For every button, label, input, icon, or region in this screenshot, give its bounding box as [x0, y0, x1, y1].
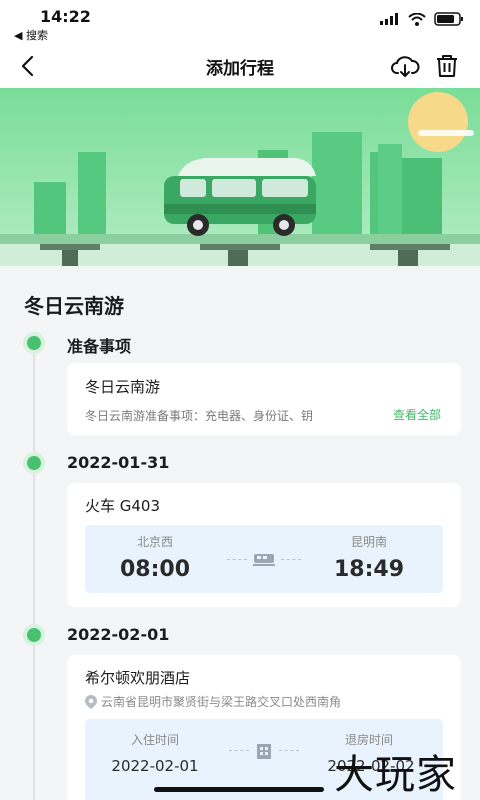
depart-time: 08:00: [119, 557, 191, 582]
trash-icon[interactable]: [434, 52, 460, 80]
trip-banner: [0, 88, 480, 266]
status-icons: [380, 12, 464, 26]
status-bar: 14:22 ◀ 搜索: [0, 0, 480, 44]
nav-bar: 添加行程: [0, 44, 480, 88]
timeline-dot: [23, 452, 45, 474]
prep-card-title: 冬日云南游: [85, 378, 161, 396]
home-indicator: [154, 787, 324, 792]
trip-title: 冬日云南游: [24, 294, 124, 318]
location-pin-icon: [85, 694, 97, 709]
checkin-label: 入住时间: [130, 733, 179, 747]
cloud-download-icon[interactable]: [390, 52, 420, 80]
prep-card-desc: 冬日云南游准备事项：充电器、身份证、钥: [85, 409, 314, 423]
hotel-building-icon: [257, 744, 271, 759]
dash-right: [279, 750, 299, 751]
train-icon: [253, 554, 275, 566]
battery-icon: [434, 12, 463, 26]
dash-left: [227, 559, 247, 560]
hotel-address-row: 云南省昆明市聚贤街与梁王路交叉口处西南角: [85, 693, 341, 710]
section-date-1: 2022-01-31: [67, 453, 170, 472]
watermark-logo: 大玩家: [334, 752, 457, 798]
dash-right: [281, 559, 301, 560]
status-time: 14:22: [40, 7, 91, 26]
section-date-2: 2022-02-01: [67, 625, 170, 644]
checkin-date: 2022-02-01: [111, 757, 199, 775]
view-all-link[interactable]: 查看全部: [393, 406, 441, 423]
timeline-dot: [23, 332, 45, 354]
hotel-name: 希尔顿欢朋酒店: [85, 669, 191, 687]
train-title: 火车 G403: [85, 497, 161, 515]
hotel-address: 云南省昆明市聚贤街与梁王路交叉口处西南角: [101, 695, 342, 709]
bus-illustration: [0, 92, 480, 266]
sun-icon: [408, 92, 468, 152]
train-info-box: 北京西 08:00 昆明南 18:49: [85, 525, 443, 593]
wifi-icon: [408, 12, 426, 26]
timeline-dot: [23, 624, 45, 646]
to-station: 昆明南: [350, 535, 387, 549]
arrive-time: 18:49: [333, 557, 405, 582]
signal-icon: [380, 13, 398, 25]
prep-card[interactable]: 冬日云南游 冬日云南游准备事项：充电器、身份证、钥 查看全部: [67, 363, 461, 435]
from-station: 北京西: [136, 535, 173, 549]
dash-left: [229, 750, 249, 751]
timeline-line: [33, 343, 35, 800]
back-to-app-link[interactable]: ◀ 搜索: [14, 27, 48, 43]
train-card[interactable]: 火车 G403 北京西 08:00 昆明南 18:49: [67, 483, 461, 607]
section-label-prep: 准备事项: [67, 337, 132, 356]
desc-fade: [347, 401, 383, 425]
